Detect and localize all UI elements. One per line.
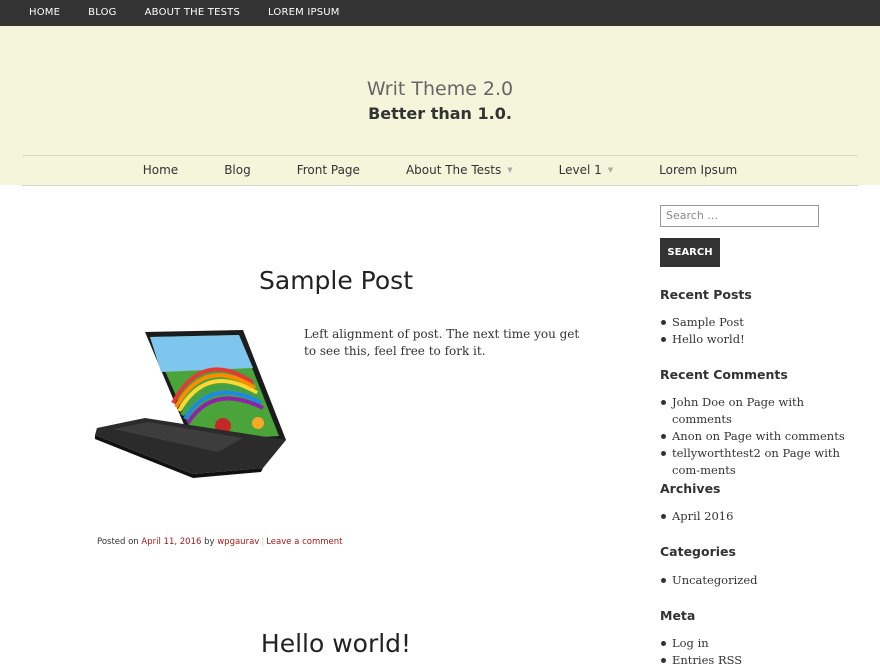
post-excerpt: Left alignment of post. The next time yo…	[304, 327, 580, 358]
archives-list: April 2016	[660, 508, 860, 525]
post-title-link[interactable]: Hello world!	[261, 629, 411, 658]
nav-item-about-the-tests[interactable]: About The Tests ▼	[383, 156, 536, 185]
comment-author-link[interactable]: John Doe	[672, 395, 725, 409]
archive-link[interactable]: April 2016	[672, 509, 733, 523]
list-item: John Doe on Page with comments	[660, 394, 860, 428]
nav-item-level-1[interactable]: Level 1 ▼	[536, 156, 637, 185]
recent-post-link[interactable]: Sample Post	[672, 315, 744, 329]
list-item: Anon on Page with comments	[660, 428, 860, 445]
recent-posts-list: Sample Post Hello world!	[660, 314, 860, 348]
search-button[interactable]: SEARCH	[660, 238, 720, 267]
nav-item-lorem-ipsum[interactable]: Lorem Ipsum	[636, 156, 760, 185]
top-menu-bar: HOME BLOG ABOUT THE TESTS LOREM IPSUM	[0, 0, 880, 26]
widget-title-recent-comments: Recent Comments	[660, 367, 788, 382]
top-menu-blog[interactable]: BLOG	[74, 0, 131, 26]
categories-list: Uncategorized	[660, 572, 860, 589]
nav-item-front-page[interactable]: Front Page	[274, 156, 383, 185]
comment-author-link[interactable]: tellyworthtest2	[672, 446, 761, 460]
site-header: Writ Theme 2.0 Better than 1.0. Home Blo…	[0, 26, 880, 186]
list-item: Log in	[660, 635, 860, 652]
nav-item-home[interactable]: Home	[120, 156, 201, 185]
top-menu-about-the-tests[interactable]: ABOUT THE TESTS	[131, 0, 254, 26]
leave-comment-link[interactable]: Leave a comment	[266, 537, 342, 547]
list-item: Hello world!	[660, 331, 860, 348]
top-menu-home[interactable]: HOME	[15, 0, 74, 26]
chevron-down-icon: ▼	[507, 166, 513, 174]
meta-separator: |	[261, 537, 265, 547]
search-input[interactable]: Search …	[660, 205, 819, 227]
meta-list: Log in Entries RSS	[660, 635, 860, 669]
list-item: tellyworthtest2 on Page with com-ments	[660, 445, 852, 479]
comment-post-link[interactable]: Page with comments	[724, 429, 845, 443]
laptop-image	[95, 330, 286, 478]
post-title: Sample Post	[96, 266, 576, 295]
top-menu-lorem-ipsum[interactable]: LOREM IPSUM	[254, 0, 354, 26]
site-title[interactable]: Writ Theme 2.0	[0, 78, 880, 100]
chevron-down-icon: ▼	[607, 166, 614, 174]
recent-comments-list: John Doe on Page with comments Anon on P…	[660, 394, 860, 479]
list-item: April 2016	[660, 508, 860, 525]
list-item: Entries RSS	[660, 652, 860, 669]
list-item: Sample Post	[660, 314, 860, 331]
recent-post-link[interactable]: Hello world!	[672, 332, 745, 346]
entries-rss-link[interactable]: Entries RSS	[672, 653, 742, 667]
list-item: Uncategorized	[660, 572, 860, 589]
widget-title-meta: Meta	[660, 608, 696, 623]
category-link[interactable]: Uncategorized	[672, 573, 758, 587]
site-description: Better than 1.0.	[368, 104, 512, 123]
author-link[interactable]: wpgaurav	[217, 537, 259, 547]
log-in-link[interactable]: Log in	[672, 636, 709, 650]
post-title-link[interactable]: Sample Post	[259, 266, 413, 295]
comment-author-link[interactable]: Anon	[672, 429, 702, 443]
main-navigation: Home Blog Front Page About The Tests ▼ Le…	[22, 155, 858, 186]
post-date-link[interactable]: April 11, 2016	[141, 537, 201, 547]
post-meta: Posted on April 11, 2016 by wpgaurav | Lea…	[97, 537, 343, 547]
widget-title-archives: Archives	[660, 481, 721, 496]
nav-item-blog[interactable]: Blog	[201, 156, 274, 185]
widget-title-recent-posts: Recent Posts	[660, 287, 752, 302]
post-title: Hello world!	[96, 629, 576, 658]
widget-title-categories: Categories	[660, 544, 736, 559]
